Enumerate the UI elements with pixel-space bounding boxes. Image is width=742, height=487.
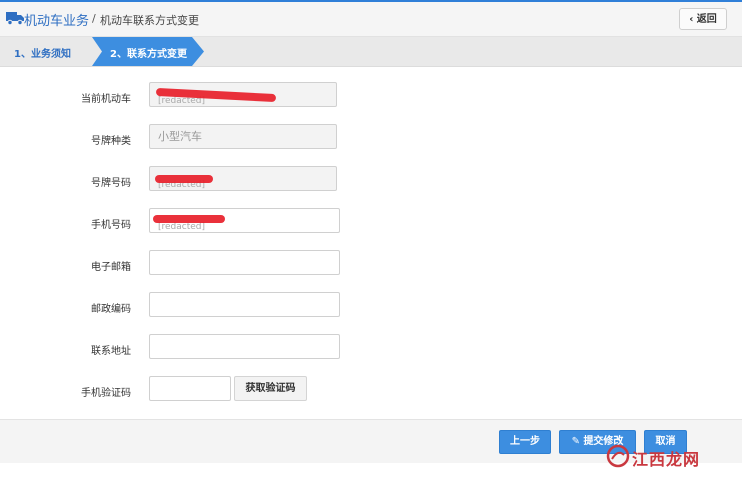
- plate-number-label: 号牌号码: [91, 178, 131, 189]
- email-input[interactable]: [149, 250, 340, 275]
- breadcrumb-current: 机动车联系方式变更: [100, 14, 199, 27]
- redaction-mark: [155, 175, 213, 183]
- plate-type-field: 小型汽车: [149, 124, 337, 149]
- step-2: 2、联系方式变更: [110, 49, 187, 60]
- sms-code-label: 手机验证码: [81, 388, 131, 399]
- watermark-text: 江西龙网: [632, 450, 701, 469]
- postcode-input[interactable]: [149, 292, 340, 317]
- back-button-label: 返回: [696, 14, 717, 25]
- step-bar: 1、业务须知 2、联系方式变更: [0, 37, 742, 67]
- address-input[interactable]: [149, 334, 340, 359]
- address-label: 联系地址: [91, 346, 131, 357]
- step-1: 1、业务须知: [14, 49, 71, 60]
- sms-code-input[interactable]: [149, 376, 231, 401]
- get-sms-code-button[interactable]: 获取验证码: [234, 376, 307, 401]
- vehicle-label: 当前机动车: [81, 94, 131, 105]
- plate-number-field: [redacted]: [149, 166, 337, 191]
- phone-label: 手机号码: [91, 220, 131, 231]
- back-button[interactable]: ‹ 返回: [679, 8, 727, 30]
- prev-step-button[interactable]: 上一步: [499, 430, 551, 454]
- phone-input[interactable]: [redacted]: [149, 208, 340, 233]
- postcode-label: 邮政编码: [91, 304, 131, 315]
- edit-icon: ✎: [571, 436, 580, 447]
- email-label: 电子邮箱: [91, 262, 131, 273]
- breadcrumb-main-link[interactable]: 机动车业务: [24, 10, 89, 29]
- current-vehicle-field: [redacted]: [149, 82, 337, 107]
- truck-icon: [6, 12, 24, 25]
- breadcrumb-separator: /: [92, 12, 96, 25]
- chevron-left-icon: ‹: [689, 14, 694, 25]
- redaction-mark: [153, 215, 225, 223]
- page-header: 机动车业务 / 机动车联系方式变更 ‹ 返回: [0, 2, 742, 37]
- plate-type-label: 号牌种类: [91, 136, 131, 147]
